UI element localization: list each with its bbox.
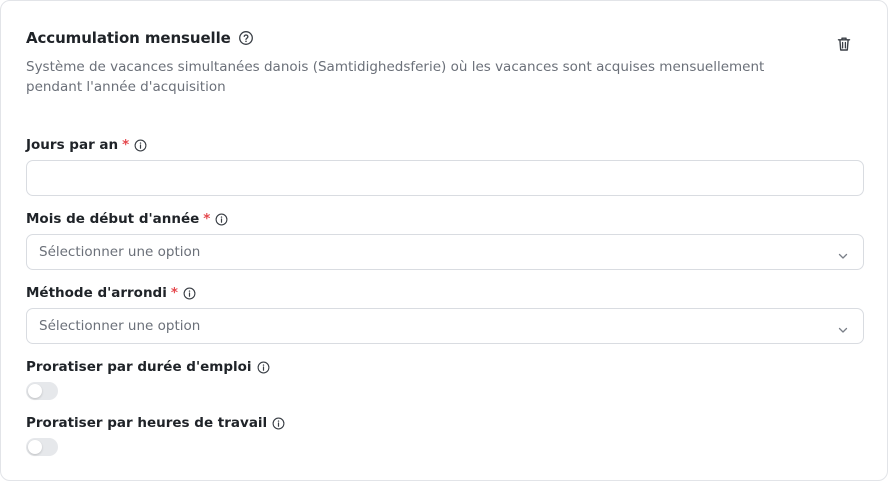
required-marker: * — [203, 211, 211, 227]
chevron-down-icon — [837, 321, 849, 333]
proratiser-heures-toggle[interactable] — [26, 438, 58, 456]
trash-icon[interactable] — [835, 35, 853, 53]
label-proratiser-duree: Proratiser par durée d'emploi — [26, 358, 270, 376]
card-title: Accumulation mensuelle — [26, 29, 231, 47]
label-methode-arrondi: Méthode d'arrondi * — [26, 284, 196, 302]
label-text: Méthode d'arrondi — [26, 285, 167, 301]
label-text: Mois de début d'année — [26, 211, 200, 227]
info-icon[interactable] — [183, 287, 196, 300]
toggle-knob — [28, 384, 42, 398]
label-proratiser-heures: Proratiser par heures de travail — [26, 414, 285, 432]
required-marker: * — [122, 137, 130, 153]
info-icon[interactable] — [215, 213, 228, 226]
label-text: Jours par an — [26, 137, 119, 153]
label-text: Proratiser par heures de travail — [26, 415, 268, 431]
accrual-card: Accumulation mensuelle Système de vacanc… — [0, 0, 888, 481]
chevron-down-icon — [837, 247, 849, 259]
label-jours-par-an: Jours par an * — [26, 136, 147, 154]
jours-par-an-input[interactable] — [26, 160, 864, 196]
toggle-knob — [28, 440, 42, 454]
methode-arrondi-select[interactable]: Sélectionner une option — [26, 308, 864, 344]
title-row: Accumulation mensuelle — [26, 28, 862, 48]
label-mois-debut: Mois de début d'année * — [26, 210, 228, 228]
label-text: Proratiser par durée d'emploi — [26, 359, 252, 375]
info-icon[interactable] — [257, 361, 270, 374]
card-description: Système de vacances simultanées danois (… — [26, 59, 765, 95]
select-value: Sélectionner une option — [39, 318, 201, 334]
help-circle-icon[interactable] — [238, 30, 254, 46]
card-header: Accumulation mensuelle Système de vacanc… — [26, 28, 862, 97]
proratiser-duree-toggle[interactable] — [26, 382, 58, 400]
mois-debut-select[interactable]: Sélectionner une option — [26, 234, 864, 270]
info-icon[interactable] — [272, 417, 285, 430]
required-marker: * — [170, 285, 178, 301]
info-icon[interactable] — [134, 139, 147, 152]
select-value: Sélectionner une option — [39, 244, 201, 260]
